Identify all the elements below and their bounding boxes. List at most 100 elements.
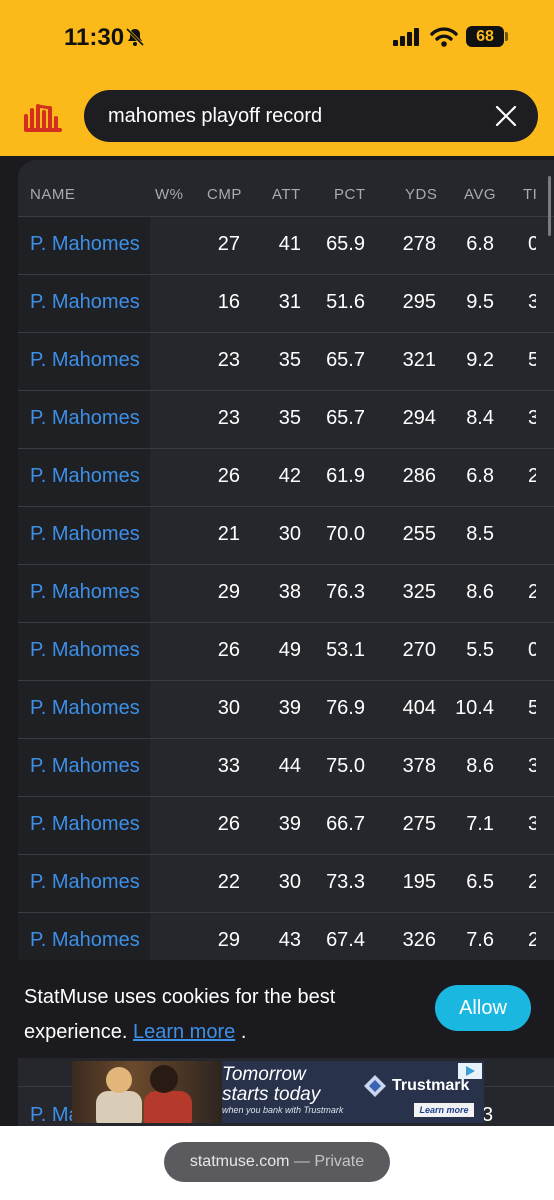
- name-cell: P. Mahomes: [18, 391, 150, 448]
- yds-cell: 294: [402, 407, 436, 429]
- table-row[interactable]: P. Mahomes000264261.92866.82: [18, 448, 554, 506]
- table-row[interactable]: P. Mahomes000163151.62959.53: [18, 274, 554, 332]
- avg-cell: 8.4: [466, 407, 494, 429]
- pct-cell: 53.1: [326, 639, 365, 661]
- avg-cell: 9.5: [466, 291, 494, 313]
- player-link[interactable]: P. Mahomes: [30, 465, 140, 488]
- address-bar[interactable]: statmuse.com — Private: [164, 1142, 390, 1182]
- avg-cell: 8.6: [466, 755, 494, 777]
- status-time: 11:30: [64, 24, 125, 51]
- player-link[interactable]: P. Mahomes: [30, 291, 140, 314]
- yds-cell: 286: [402, 465, 436, 487]
- name-cell: P. Mahomes: [18, 333, 150, 390]
- trustmark-logo-icon: [364, 1075, 386, 1097]
- avg-cell: 6.5: [466, 871, 494, 893]
- avg-cell: 8.5: [466, 523, 494, 545]
- td-cell-clipped: 3: [528, 755, 536, 777]
- search-bar[interactable]: mahomes playoff record: [84, 90, 538, 142]
- ad-banner[interactable]: Tomorrow starts today when you bank with…: [72, 1061, 484, 1123]
- att-cell: 35: [278, 407, 301, 429]
- cookie-banner: StatMuse uses cookies for the best exper…: [0, 960, 554, 1058]
- header-pct[interactable]: PCT: [334, 186, 366, 203]
- scrollbar[interactable]: [548, 176, 551, 236]
- avg-cell: 8.6: [466, 581, 494, 603]
- header-td-clipped[interactable]: TI: [523, 186, 536, 203]
- name-cell: P. Mahomes: [18, 507, 150, 564]
- player-link[interactable]: P. Mahomes: [30, 813, 140, 836]
- yds-cell: 255: [402, 523, 436, 545]
- att-cell: 38: [278, 581, 301, 603]
- header-name[interactable]: NAME: [30, 186, 75, 203]
- cellular-signal-icon: [393, 28, 419, 46]
- cmp-cell: 29: [217, 929, 240, 951]
- pct-cell: 66.7: [326, 813, 365, 835]
- header-att[interactable]: ATT: [272, 186, 301, 203]
- pct-cell: 73.3: [326, 871, 365, 893]
- header-yds[interactable]: YDS: [405, 186, 437, 203]
- cmp-cell: 21: [217, 523, 240, 545]
- avg-cell: 9.2: [466, 349, 494, 371]
- att-cell: 39: [278, 813, 301, 835]
- header-cmp[interactable]: CMP: [207, 186, 242, 203]
- name-cell: P. Mahomes: [18, 275, 150, 332]
- app-header: 11:30 68 mahomes playoff record: [0, 0, 554, 156]
- player-link[interactable]: P. Mahomes: [30, 581, 140, 604]
- learn-more-link[interactable]: Learn more: [133, 1021, 235, 1043]
- private-mode-label: — Private: [293, 1153, 365, 1170]
- player-link[interactable]: P. Mahomes: [30, 407, 140, 430]
- td-cell-clipped: 5: [528, 697, 536, 719]
- wifi-icon: [430, 27, 458, 47]
- table-row[interactable]: P. Mahomes000334475.03788.63: [18, 738, 554, 796]
- allow-button[interactable]: Allow: [435, 985, 531, 1031]
- pct-cell: 70.0: [326, 523, 365, 545]
- player-link[interactable]: P. Mahomes: [30, 349, 140, 372]
- stats-table[interactable]: NAME W% CMP ATT PCT YDS AVG TI P. Mahome…: [18, 160, 554, 960]
- table-row[interactable]: P. Mahomes000263966.72757.13: [18, 796, 554, 854]
- yds-cell: 270: [402, 639, 436, 661]
- yds-cell: 325: [402, 581, 436, 603]
- player-link[interactable]: P. Mahomes: [30, 755, 140, 778]
- player-link[interactable]: P. Mahomes: [30, 929, 140, 952]
- ad-subtext: when you bank with Trustmark: [222, 1105, 344, 1115]
- td-cell-clipped: 2: [528, 929, 536, 951]
- adchoices-icon[interactable]: [458, 1063, 482, 1079]
- cmp-cell: 23: [217, 407, 240, 429]
- table-row[interactable]: P. Mahomes000233565.72948.43: [18, 390, 554, 448]
- player-link[interactable]: P. Mahomes: [30, 871, 140, 894]
- ad-learn-more-button[interactable]: Learn more: [414, 1103, 474, 1117]
- pct-cell: 75.0: [326, 755, 365, 777]
- close-icon[interactable]: [494, 104, 518, 128]
- pct-cell: 65.9: [326, 233, 365, 255]
- cmp-cell: 26: [217, 639, 240, 661]
- table-row[interactable]: P. Mahomes000233565.73219.25: [18, 332, 554, 390]
- table-row[interactable]: P. Mahomes000213070.02558.5: [18, 506, 554, 564]
- player-link[interactable]: P. Mahomes: [30, 697, 140, 720]
- cmp-cell: 22: [217, 871, 240, 893]
- cmp-cell: 30: [217, 697, 240, 719]
- att-cell: 49: [278, 639, 301, 661]
- table-row[interactable]: P. Mahomes000264953.12705.50: [18, 622, 554, 680]
- table-row[interactable]: P. Mahomes000303976.940410.45: [18, 680, 554, 738]
- td-cell-clipped: 5: [528, 349, 536, 371]
- pct-cell: 65.7: [326, 407, 365, 429]
- table-row[interactable]: P. Mahomes000294367.43267.62: [18, 912, 554, 960]
- yds-cell: 321: [402, 349, 436, 371]
- td-cell-clipped: 2: [528, 871, 536, 893]
- player-link[interactable]: P. Mahomes: [30, 523, 140, 546]
- header-avg[interactable]: AVG: [464, 186, 496, 203]
- battery-level: 68: [466, 26, 504, 47]
- table-row[interactable]: P. Mahomes000223073.31956.52: [18, 854, 554, 912]
- att-cell: 44: [278, 755, 301, 777]
- name-cell: P. Mahomes: [18, 855, 150, 912]
- player-link[interactable]: P. Mahomes: [30, 233, 140, 256]
- att-cell: 41: [278, 233, 301, 255]
- table-row[interactable]: P. Mahomes000274165.92786.80: [18, 216, 554, 274]
- td-cell-clipped: 3: [528, 291, 536, 313]
- statmuse-logo[interactable]: [22, 100, 64, 134]
- pct-cell: 51.6: [326, 291, 365, 313]
- player-link[interactable]: P. Mahomes: [30, 639, 140, 662]
- table-row[interactable]: P. Mahomes000293876.33258.62: [18, 564, 554, 622]
- att-cell: 30: [278, 871, 301, 893]
- search-input[interactable]: mahomes playoff record: [108, 105, 322, 128]
- header-win-pct[interactable]: W%: [155, 186, 184, 203]
